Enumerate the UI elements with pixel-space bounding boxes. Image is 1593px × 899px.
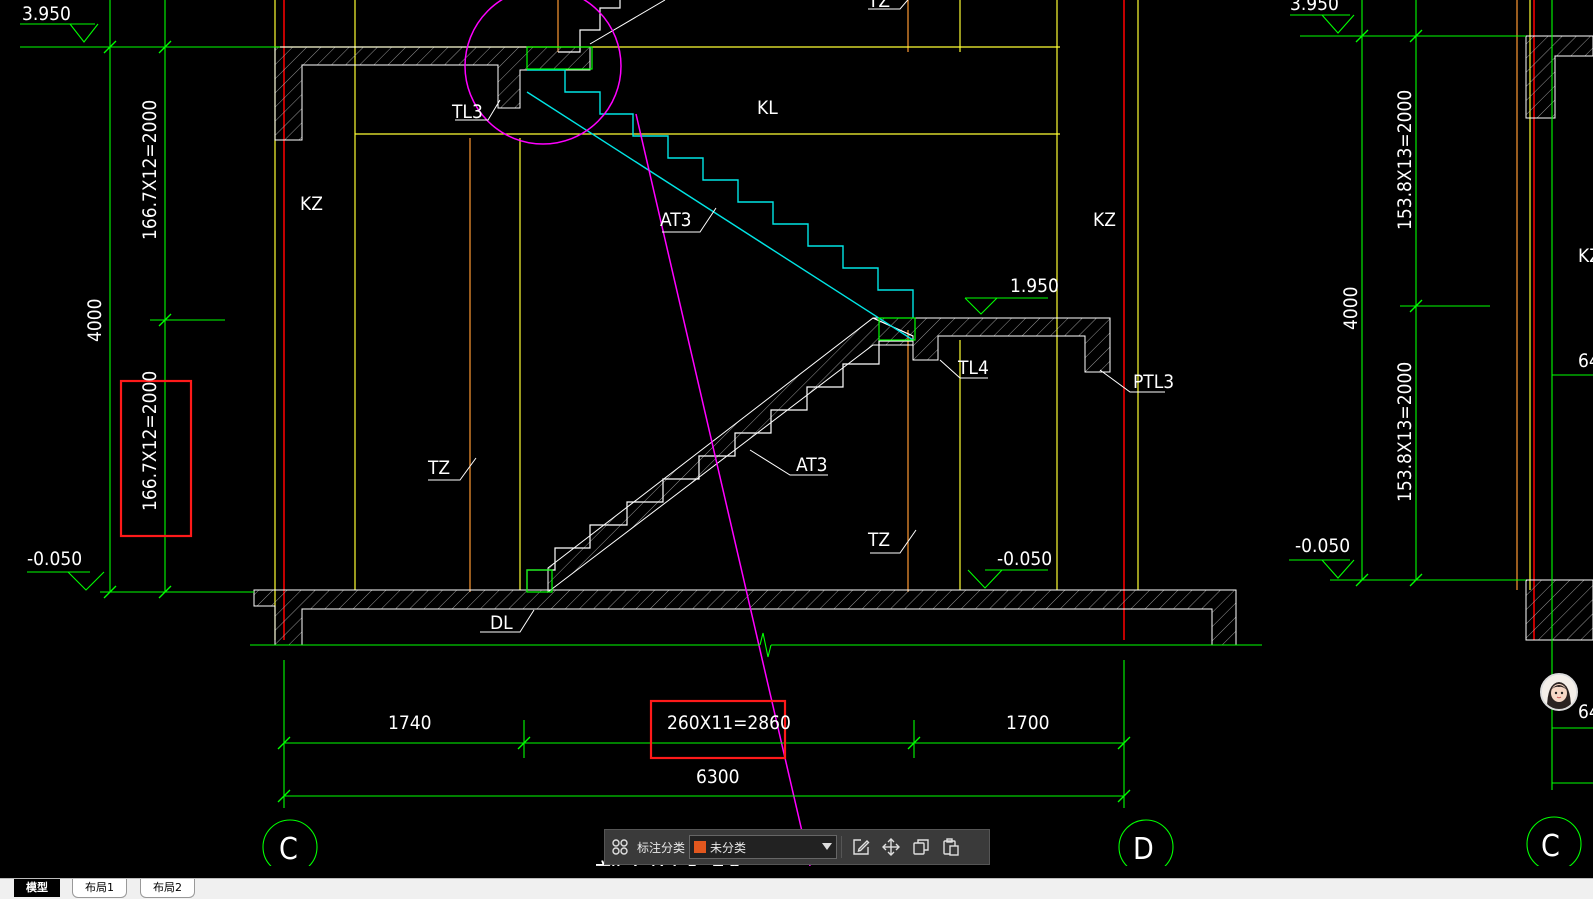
label-tz-top: TZ: [867, 0, 890, 12]
highlight-circle: [464, 0, 622, 145]
elevation-bottom-right: -0.050: [1295, 535, 1350, 557]
category-color-swatch: [694, 841, 707, 853]
dim-total: 6300: [696, 766, 740, 788]
label-partial-64b: 64: [1578, 701, 1593, 723]
axis-label-d: D: [1133, 832, 1154, 866]
elevation-bottom-left: -0.050: [27, 548, 82, 570]
label-dl: DL: [490, 612, 513, 634]
label-at3-lower: AT3: [796, 454, 828, 476]
grid-icon[interactable]: [605, 832, 635, 862]
dim-lower-right: 153.8X13=2000: [1394, 362, 1416, 502]
tab-model[interactable]: 模型: [14, 879, 60, 897]
label-kz-right: KZ: [1093, 209, 1116, 231]
label-leaders: [428, 0, 1165, 633]
dim-total-left: 4000: [84, 299, 106, 343]
chevron-down-icon: [822, 843, 833, 850]
elevation-bottom-mid: -0.050: [997, 548, 1052, 570]
paste-icon[interactable]: [936, 832, 966, 862]
label-at3-upper: AT3: [660, 209, 692, 231]
dimension-lines: [20, 0, 1593, 866]
label-tl3: TL3: [451, 101, 483, 123]
assistant-avatar[interactable]: [1540, 673, 1578, 711]
dim-left: 1740: [388, 712, 432, 734]
annotation-category-label: 标注分类: [637, 840, 686, 855]
toolbar-divider: [841, 836, 843, 858]
label-kz-far: KZ: [1578, 245, 1593, 267]
category-select-value: 未分类: [710, 840, 747, 855]
annotation-category-select[interactable]: 未分类: [689, 835, 838, 859]
label-kl: KL: [757, 97, 778, 119]
label-kz-left: KZ: [300, 193, 323, 215]
highlight-boxes: [119, 379, 787, 760]
tab-layout2[interactable]: 布局2: [140, 879, 195, 898]
upper-stair-flight: [526, 69, 914, 341]
elevation-mid: 1.950: [1010, 275, 1059, 297]
dim-middle: 260X11=2860: [667, 712, 791, 734]
axis-label-c-left: C: [279, 832, 298, 866]
label-tz-left: TZ: [427, 457, 450, 479]
dim-upper-right: 153.8X13=2000: [1394, 90, 1416, 230]
dim-total-right: 4000: [1340, 287, 1362, 331]
label-ptl3: PTL3: [1133, 371, 1174, 393]
elevation-top-right: 3.950: [1290, 0, 1339, 15]
dim-lower-left: 166.7X12=2000: [139, 371, 161, 511]
top-stair-slope: [589, 0, 666, 45]
cad-drawing-canvas[interactable]: 3.950 3.950 1.950 -0.050 -0.050 -0.050 T…: [0, 0, 1593, 866]
annotation-toolbar: 标注分类 未分类: [604, 829, 990, 865]
label-tz-right: TZ: [867, 529, 890, 551]
label-partial-64a: 64: [1578, 350, 1593, 372]
concrete-sections: [253, 35, 1593, 646]
label-tl4: TL4: [957, 357, 989, 379]
dim-upper-left: 166.7X12=2000: [139, 100, 161, 240]
elevation-top-left: 3.950: [22, 3, 71, 25]
copy-icon[interactable]: [906, 832, 936, 862]
dim-right: 1700: [1006, 712, 1050, 734]
edit-icon[interactable]: [846, 832, 876, 862]
axis-label-c-right: C: [1541, 829, 1560, 864]
layout-tab-bar: 模型 布局1 布局2: [0, 878, 1593, 899]
move-icon[interactable]: [876, 832, 906, 862]
tab-layout1[interactable]: 布局1: [72, 879, 127, 898]
